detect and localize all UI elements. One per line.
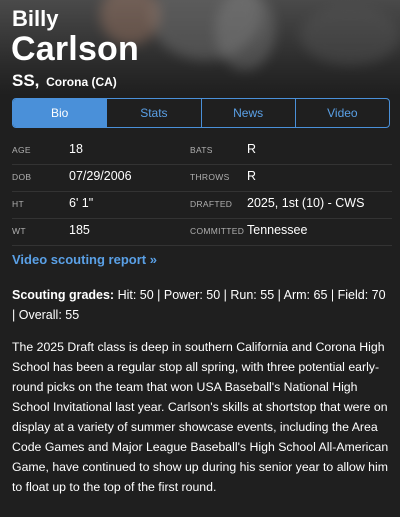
bats-label: BATS xyxy=(190,145,213,155)
committed-label: COMMITTED xyxy=(190,226,245,236)
info-row: HT 6' 1" DRAFTED 2025, 1st (10) - CWS xyxy=(12,192,392,219)
profile-tabs: Bio Stats News Video xyxy=(12,98,390,128)
weight-label: WT xyxy=(12,226,26,236)
age-label: AGE xyxy=(12,145,31,155)
scouting-report-text: The 2025 Draft class is deep in southern… xyxy=(12,340,389,494)
scouting-grades-heading: Scouting grades: xyxy=(12,288,115,302)
throws-value: R xyxy=(247,169,257,183)
player-last-name: Carlson xyxy=(11,30,139,68)
player-location: Corona (CA) xyxy=(46,75,117,89)
tab-news[interactable]: News xyxy=(202,99,296,127)
height-value: 6' 1" xyxy=(69,196,94,210)
info-row: WT 185 COMMITTED Tennessee xyxy=(12,219,392,246)
scouting-grades: Scouting grades: Hit: 50 | Power: 50 | R… xyxy=(12,285,390,325)
height-label: HT xyxy=(12,199,24,209)
weight-value: 185 xyxy=(69,223,90,237)
tab-stats[interactable]: Stats xyxy=(107,99,202,127)
player-info-table: AGE 18 BATS R DOB 07/29/2006 THROWS R HT… xyxy=(12,138,392,246)
drafted-label: DRAFTED xyxy=(190,199,233,209)
player-position-line: SS, Corona (CA) xyxy=(12,71,117,91)
age-value: 18 xyxy=(69,142,83,156)
info-row: DOB 07/29/2006 THROWS R xyxy=(12,165,392,192)
info-row: AGE 18 BATS R xyxy=(12,138,392,165)
player-first-name: Billy xyxy=(12,6,59,31)
committed-value: Tennessee xyxy=(247,223,308,237)
dob-label: DOB xyxy=(12,172,32,182)
tab-bio[interactable]: Bio xyxy=(13,99,108,127)
tab-video[interactable]: Video xyxy=(296,99,389,127)
video-scouting-report-link[interactable]: Video scouting report » xyxy=(12,252,157,267)
bats-value: R xyxy=(247,142,257,156)
player-position: SS, xyxy=(12,71,40,90)
dob-value: 07/29/2006 xyxy=(69,169,132,183)
drafted-value: 2025, 1st (10) - CWS xyxy=(247,196,365,210)
throws-label: THROWS xyxy=(190,172,230,182)
